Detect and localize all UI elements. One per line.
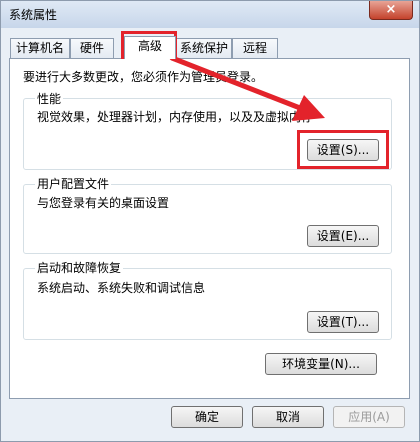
performance-description: 视觉效果，处理器计划，内存使用，以及及虚拟内存 [37,110,314,124]
admin-note: 要进行大多数更改，您必须作为管理员登录。 [23,70,264,84]
title-bar[interactable]: 系统属性 × [1,1,419,28]
startup-recovery-description: 系统启动、系统失败和调试信息 [37,281,206,295]
startup-recovery-settings-button[interactable]: 设置(T)... [307,311,379,333]
tab-computer-name[interactable]: 计算机名 [10,38,70,58]
window-title: 系统属性 [9,8,58,22]
startup-recovery-group-title: 启动和故障恢复 [35,259,124,276]
tab-system-protection[interactable]: 系统保护 [176,38,232,58]
ok-button[interactable]: 确定 [171,406,243,428]
tab-hardware[interactable]: 硬件 [70,38,114,58]
environment-variables-button[interactable]: 环境变量(N)... [265,353,377,375]
apply-button[interactable]: 应用(A) [333,406,405,428]
cancel-button[interactable]: 取消 [252,406,324,428]
tab-remote[interactable]: 远程 [232,38,278,58]
annotation-box-settings-button [297,130,389,169]
close-icon: × [385,2,397,17]
performance-group-title: 性能 [35,90,64,107]
user-profiles-settings-button[interactable]: 设置(E)... [307,225,379,247]
tab-advanced[interactable]: 高级 [124,36,176,59]
close-button[interactable]: × [369,1,413,20]
user-profiles-group-title: 用户配置文件 [35,175,112,192]
user-profiles-description: 与您登录有关的桌面设置 [37,196,170,210]
